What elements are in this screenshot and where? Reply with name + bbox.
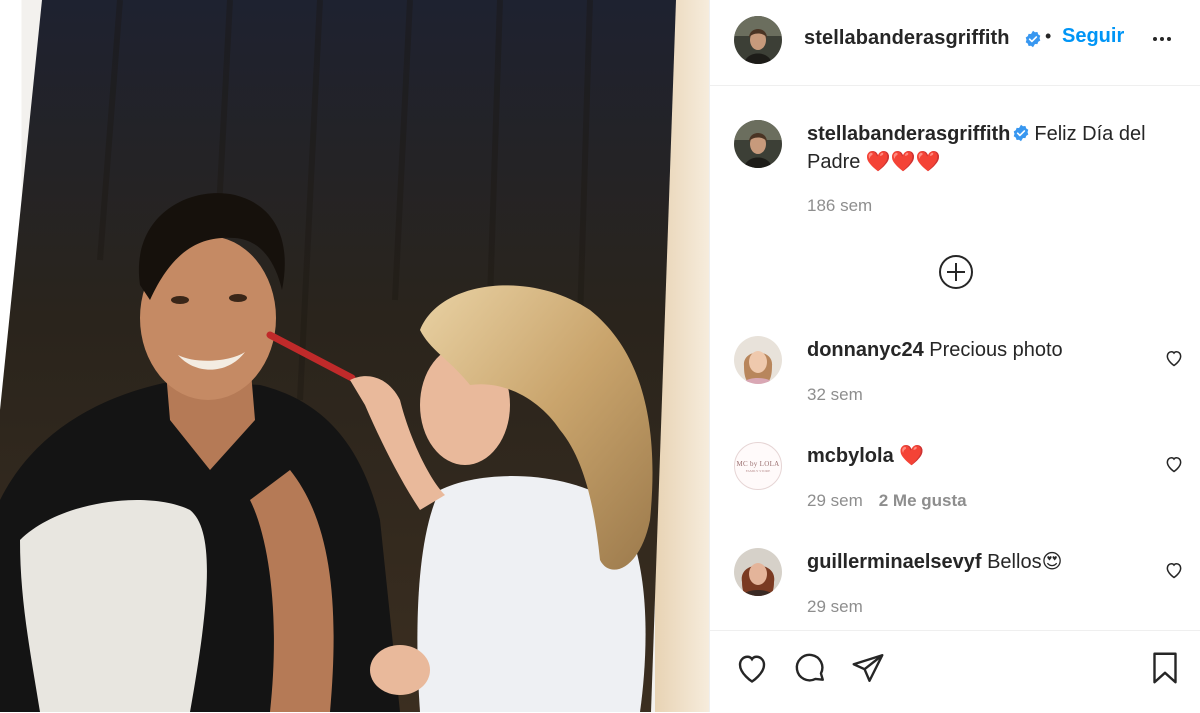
heart-icon[interactable] <box>1164 454 1184 474</box>
header-separator: • <box>1045 26 1052 46</box>
plus-circle-icon[interactable] <box>938 254 974 290</box>
caption-avatar[interactable] <box>734 120 782 168</box>
bookmark-icon[interactable] <box>1147 650 1183 686</box>
caption: stellabanderasgriffith Feliz Día del Padr… <box>807 120 1177 176</box>
post-side-panel: stellabanderasgriffith • Seguir stellaba… <box>709 0 1200 712</box>
avatar-logo-subtext: FAMILY STORE <box>745 468 771 473</box>
comment-body: guillerminaelsevyf Bellos😍 <box>807 548 1147 576</box>
comment-username[interactable]: guillerminaelsevyf <box>807 551 982 573</box>
comment-meta: 29 sem <box>807 597 863 617</box>
verified-badge-icon <box>1012 122 1030 142</box>
commenter-avatar[interactable] <box>734 548 782 596</box>
comment-username[interactable]: donnanyc24 <box>807 339 924 361</box>
verified-badge-icon <box>1024 30 1042 48</box>
comment-text: ❤️ <box>899 445 925 467</box>
heart-icon[interactable] <box>1164 348 1184 368</box>
comment-body: mcbylola ❤️ <box>807 442 1147 470</box>
more-options-icon[interactable] <box>1150 27 1174 51</box>
comment-text: Precious photo <box>929 339 1063 361</box>
avatar-logo-text: MC by LOLA <box>736 459 780 468</box>
comment-username[interactable]: mcbylola <box>807 445 894 467</box>
comment-body: donnanyc24 Precious photo <box>807 336 1147 364</box>
paper-plane-icon[interactable] <box>850 650 886 686</box>
follow-button[interactable]: Seguir <box>1062 25 1124 48</box>
comment-timestamp[interactable]: 32 sem <box>807 385 863 404</box>
comment-icon[interactable] <box>792 650 828 686</box>
commenter-avatar[interactable]: MC by LOLA FAMILY STORE <box>734 442 782 490</box>
caption-username[interactable]: stellabanderasgriffith <box>807 123 1010 145</box>
post-header: stellabanderasgriffith • Seguir <box>710 0 1200 86</box>
heart-icon[interactable] <box>734 650 770 686</box>
comment-timestamp[interactable]: 29 sem <box>807 597 863 616</box>
caption-timestamp[interactable]: 186 sem <box>807 196 872 216</box>
comment-timestamp[interactable]: 29 sem <box>807 491 863 510</box>
commenter-avatar[interactable] <box>734 336 782 384</box>
comment-meta: 29 sem 2 Me gusta <box>807 491 967 511</box>
heart-icon[interactable] <box>1164 560 1184 580</box>
author-avatar[interactable] <box>734 16 782 64</box>
post-photo[interactable] <box>0 0 709 712</box>
comment-text: Bellos😍 <box>987 551 1063 573</box>
post-action-bar <box>710 630 1200 713</box>
comment-likes[interactable]: 2 Me gusta <box>879 491 967 510</box>
photo-image <box>0 0 709 712</box>
author-username[interactable]: stellabanderasgriffith <box>804 27 1010 50</box>
comment-meta: 32 sem <box>807 385 863 405</box>
